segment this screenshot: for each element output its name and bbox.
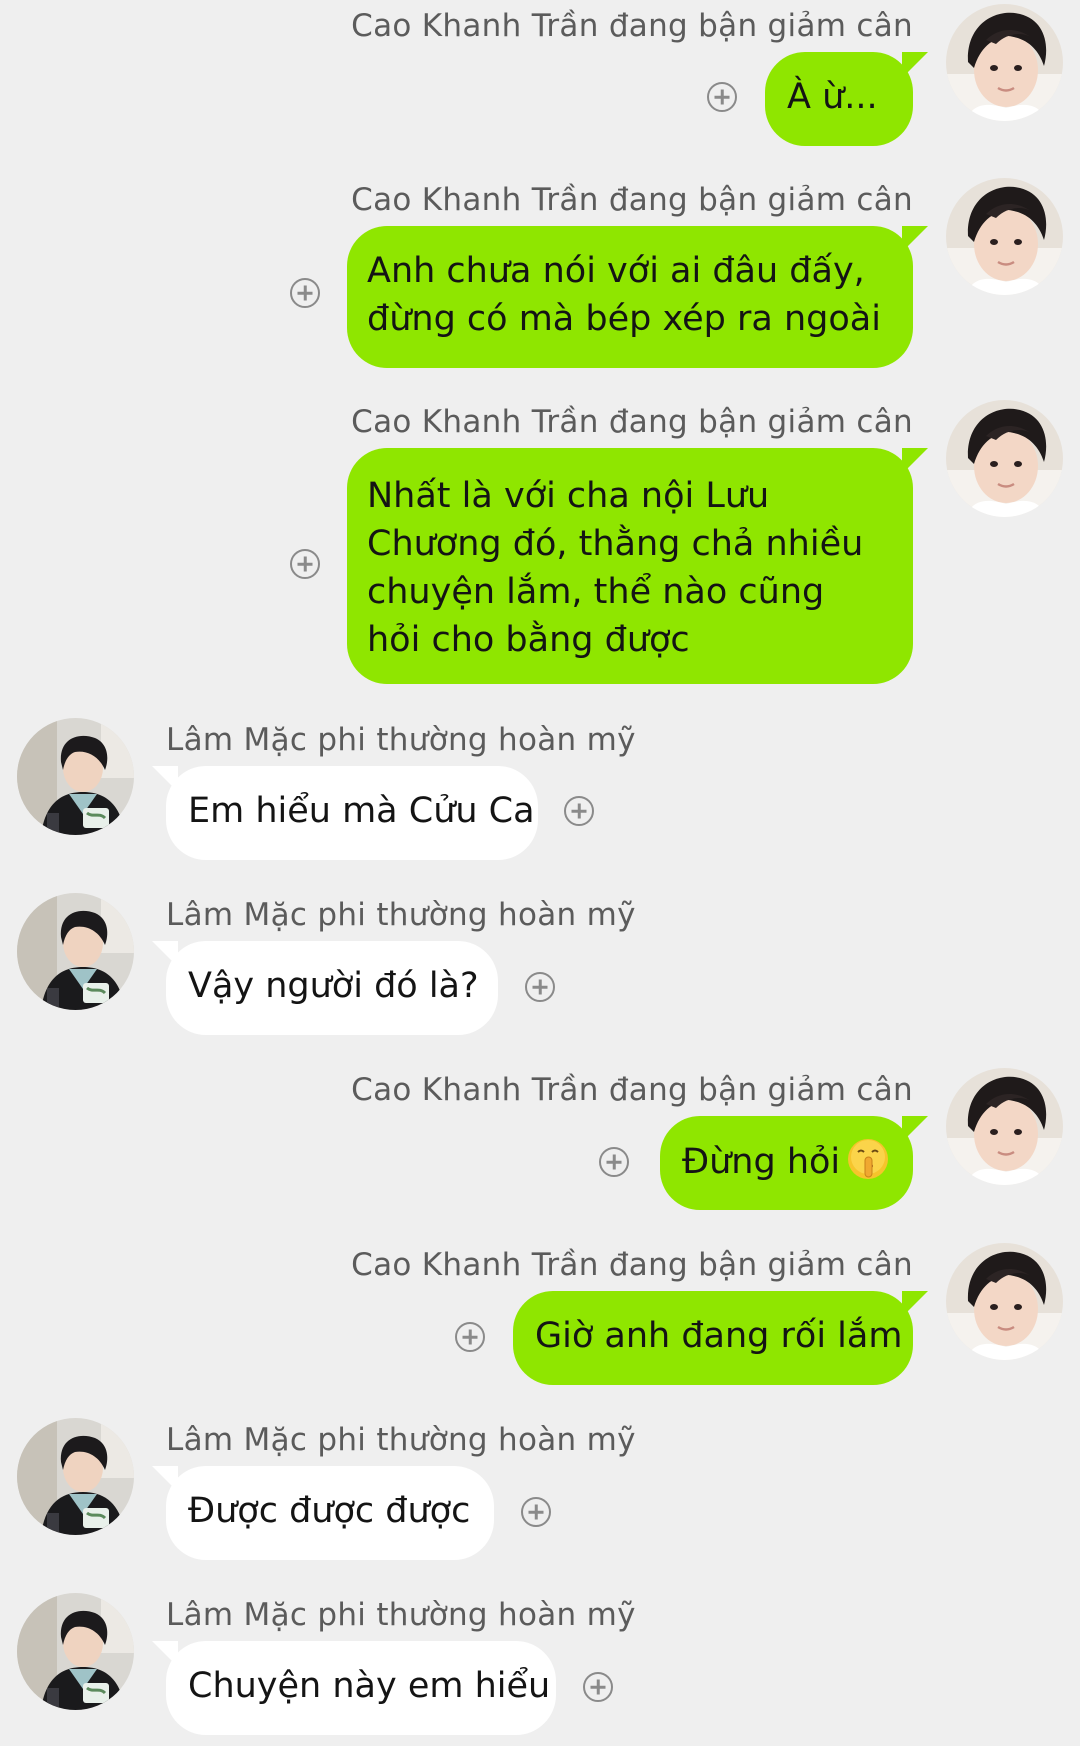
sender-name: Cao Khanh Trần đang bận giảm cân <box>351 1247 913 1283</box>
message-bubble[interactable]: Vậy người đó là? <box>166 941 498 1035</box>
chat-window: Cao Khanh Trần đang bận giảm cân À ừ... … <box>0 0 1080 1746</box>
sender-name: Lâm Mặc phi thường hoàn mỹ <box>166 722 636 758</box>
message-bubble[interactable]: Đừng hỏi <box>660 1116 913 1210</box>
plus-circle-icon[interactable] <box>707 82 737 112</box>
plus-circle-icon[interactable] <box>583 1672 613 1702</box>
avatar[interactable] <box>946 1243 1063 1360</box>
message-bubble[interactable]: À ừ... <box>765 52 913 146</box>
avatar-cao-khanh <box>946 1068 1063 1185</box>
avatar-cao-khanh <box>946 1243 1063 1360</box>
message-incoming: Lâm Mặc phi thường hoàn mỹ Được được đượ… <box>0 1418 1080 1560</box>
plus-circle-icon[interactable] <box>455 1322 485 1352</box>
avatar-cao-khanh <box>946 4 1063 121</box>
message-outgoing: Cao Khanh Trần đang bận giảm cân Anh chư… <box>0 178 1080 368</box>
sender-name: Lâm Mặc phi thường hoàn mỹ <box>166 897 636 933</box>
message-outgoing: Cao Khanh Trần đang bận giảm cân Đừng hỏ… <box>0 1068 1080 1210</box>
message-bubble[interactable]: Giờ anh đang rối lắm <box>513 1291 913 1385</box>
message-outgoing: Cao Khanh Trần đang bận giảm cân À ừ... <box>0 4 1080 146</box>
message-incoming: Lâm Mặc phi thường hoàn mỹ Em hiểu mà Cử… <box>0 718 1080 860</box>
message-outgoing: Cao Khanh Trần đang bận giảm cân Nhất là… <box>0 400 1080 690</box>
plus-circle-icon[interactable] <box>564 796 594 826</box>
avatar-cao-khanh <box>946 400 1063 517</box>
avatar[interactable] <box>946 178 1063 295</box>
avatar-cao-khanh <box>946 178 1063 295</box>
sender-name: Cao Khanh Trần đang bận giảm cân <box>351 404 913 440</box>
avatar[interactable] <box>946 4 1063 121</box>
message-bubble[interactable]: Nhất là với cha nội Lưu Chương đó, thằng… <box>347 448 913 684</box>
message-bubble[interactable]: Anh chưa nói với ai đâu đấy, đừng có mà … <box>347 226 913 368</box>
sender-name: Lâm Mặc phi thường hoàn mỹ <box>166 1422 636 1458</box>
sender-name: Cao Khanh Trần đang bận giảm cân <box>351 182 913 218</box>
sender-name: Cao Khanh Trần đang bận giảm cân <box>351 1072 913 1108</box>
message-incoming: Lâm Mặc phi thường hoàn mỹ Vậy người đó … <box>0 893 1080 1035</box>
shushing-face-emoji <box>848 1139 889 1179</box>
avatar[interactable] <box>946 1068 1063 1185</box>
message-outgoing: Cao Khanh Trần đang bận giảm cân Giờ anh… <box>0 1243 1080 1385</box>
plus-circle-icon[interactable] <box>290 278 320 308</box>
sender-name: Cao Khanh Trần đang bận giảm cân <box>351 8 913 44</box>
avatar[interactable] <box>17 718 134 835</box>
avatar-lam-mac <box>17 718 134 835</box>
avatar-lam-mac <box>17 893 134 1010</box>
avatar[interactable] <box>17 893 134 1010</box>
avatar-lam-mac <box>17 1593 134 1710</box>
message-bubble[interactable]: Chuyện này em hiểu <box>166 1641 556 1735</box>
plus-circle-icon[interactable] <box>521 1497 551 1527</box>
avatar[interactable] <box>17 1593 134 1710</box>
plus-circle-icon[interactable] <box>290 549 320 579</box>
avatar-lam-mac <box>17 1418 134 1535</box>
sender-name: Lâm Mặc phi thường hoàn mỹ <box>166 1597 636 1633</box>
avatar[interactable] <box>17 1418 134 1535</box>
message-incoming: Lâm Mặc phi thường hoàn mỹ Chuyện này em… <box>0 1593 1080 1735</box>
avatar[interactable] <box>946 400 1063 517</box>
plus-circle-icon[interactable] <box>599 1147 629 1177</box>
message-text: Đừng hỏi <box>682 1142 841 1182</box>
message-bubble[interactable]: Được được được <box>166 1466 494 1560</box>
plus-circle-icon[interactable] <box>525 972 555 1002</box>
message-bubble[interactable]: Em hiểu mà Cửu Ca <box>166 766 538 860</box>
